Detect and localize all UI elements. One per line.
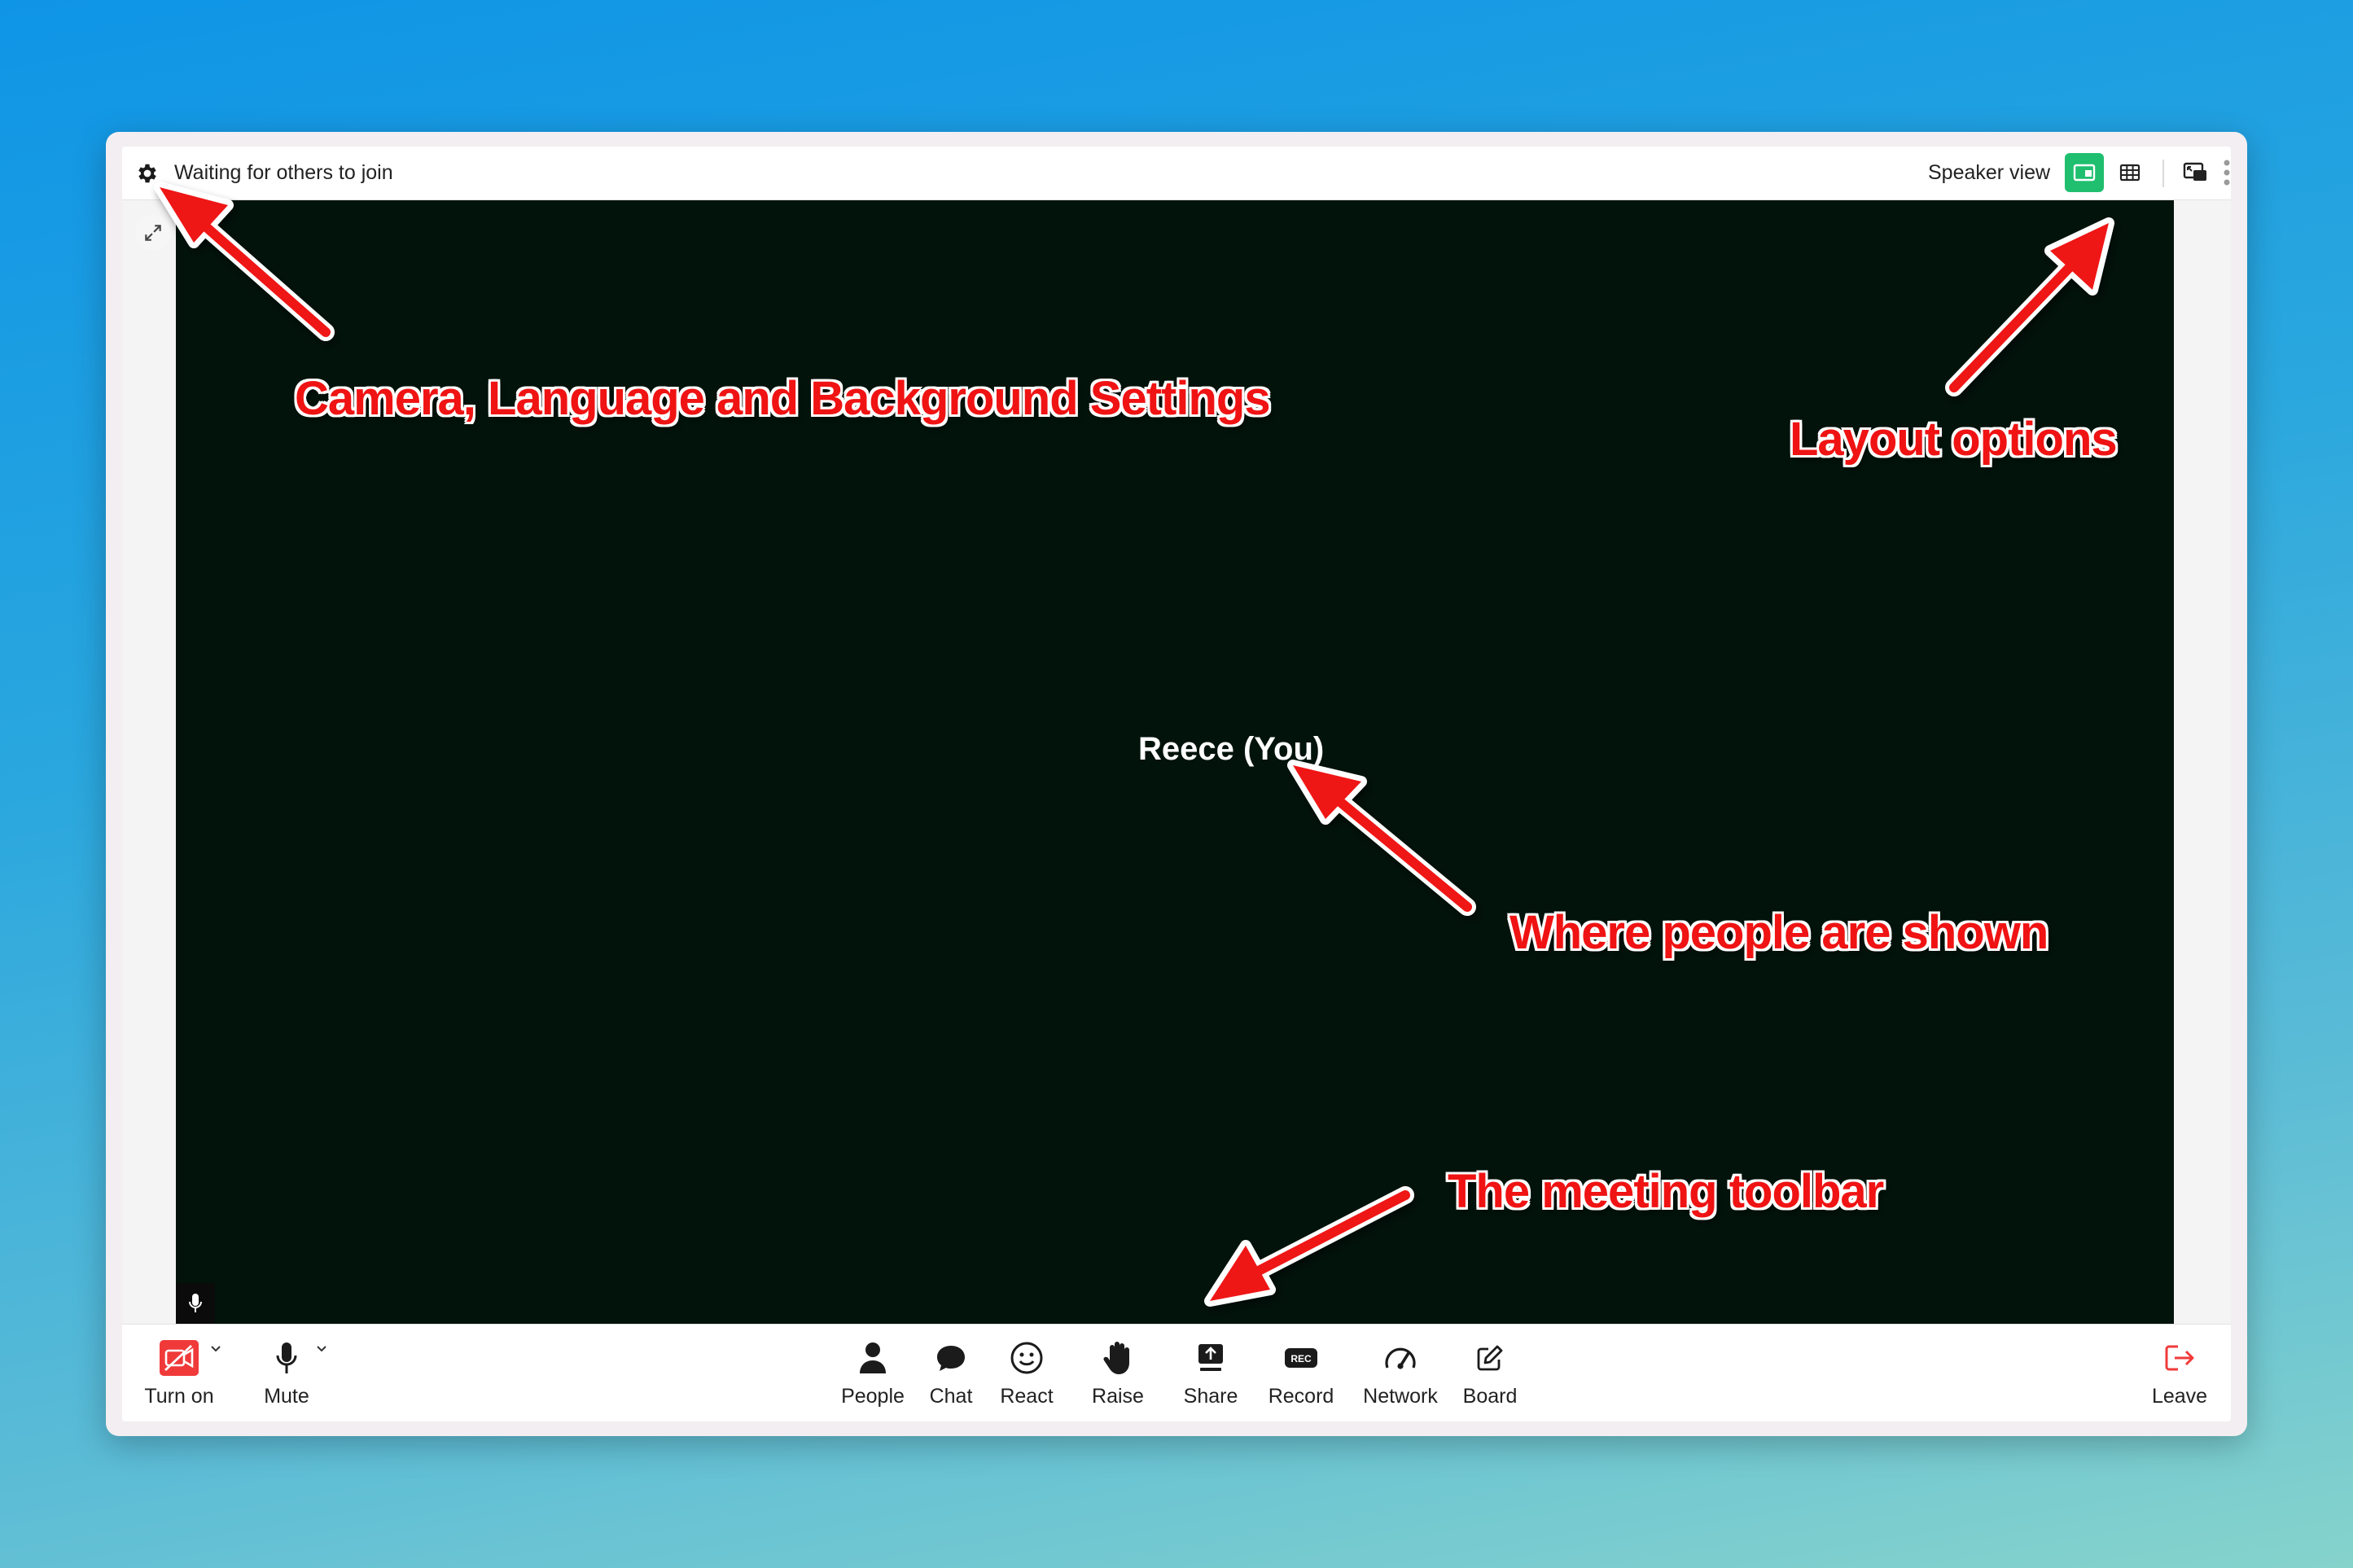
share-label: Share bbox=[1183, 1385, 1238, 1408]
hand-icon bbox=[1103, 1342, 1129, 1374]
react-button[interactable]: React bbox=[990, 1338, 1063, 1416]
settings-button[interactable] bbox=[134, 160, 161, 187]
share-button[interactable]: Share bbox=[1176, 1338, 1246, 1416]
expand-icon bbox=[145, 225, 161, 241]
leave-button[interactable]: Leave bbox=[2143, 1338, 2216, 1416]
annotation-layout-label: Layout options bbox=[1790, 413, 2118, 466]
people-label: People bbox=[841, 1385, 905, 1408]
raise-hand-button[interactable]: Raise bbox=[1083, 1338, 1153, 1416]
record-label: Record bbox=[1268, 1385, 1334, 1408]
speaker-layout-icon bbox=[2073, 164, 2096, 182]
people-button[interactable]: People bbox=[832, 1338, 914, 1416]
picture-in-picture-button[interactable] bbox=[2176, 153, 2215, 192]
layout-label: Speaker view bbox=[1928, 161, 2051, 184]
camera-button[interactable]: Turn on bbox=[140, 1338, 218, 1416]
fullscreen-button[interactable] bbox=[135, 215, 171, 251]
edit-pencil-icon bbox=[1477, 1345, 1503, 1371]
leave-label: Leave bbox=[2151, 1385, 2208, 1408]
meeting-app: Waiting for others to join Speaker view bbox=[122, 147, 2231, 1421]
microphone-icon bbox=[189, 1294, 202, 1312]
board-button[interactable]: Board bbox=[1449, 1338, 1531, 1416]
gear-icon bbox=[138, 164, 156, 183]
mic-options-chevron-icon[interactable] bbox=[314, 1341, 329, 1356]
camera-label: Turn on bbox=[144, 1385, 214, 1408]
participant-mic-indicator bbox=[176, 1283, 215, 1324]
top-bar: Waiting for others to join Speaker view bbox=[122, 147, 2231, 200]
meeting-toolbar: Turn on Mute People Chat React Raise Sha… bbox=[122, 1324, 2231, 1421]
react-label: React bbox=[1000, 1385, 1054, 1408]
screen-share-icon bbox=[1198, 1344, 1223, 1371]
more-options-icon[interactable] bbox=[2223, 156, 2231, 189]
meeting-status: Waiting for others to join bbox=[174, 161, 393, 184]
chat-label: Chat bbox=[929, 1385, 973, 1408]
picture-in-picture-icon bbox=[2183, 162, 2206, 181]
chat-button[interactable]: Chat bbox=[918, 1338, 984, 1416]
speedometer-icon bbox=[1385, 1347, 1416, 1369]
board-label: Board bbox=[1462, 1385, 1518, 1408]
record-button[interactable]: REC Record bbox=[1260, 1338, 1342, 1416]
network-button[interactable]: Network bbox=[1352, 1338, 1449, 1416]
speaker-view-button[interactable] bbox=[2065, 153, 2104, 192]
leave-door-icon bbox=[2165, 1345, 2194, 1371]
annotation-toolbar-label: The meeting toolbar bbox=[1448, 1165, 1884, 1218]
meeting-window: Waiting for others to join Speaker view bbox=[106, 132, 2247, 1436]
annotation-people-label: Where people are shown bbox=[1510, 906, 2048, 959]
camera-off-icon bbox=[160, 1340, 199, 1376]
record-icon: REC bbox=[1285, 1348, 1317, 1368]
chat-bubble-icon bbox=[937, 1346, 965, 1371]
record-icon-text: REC bbox=[1290, 1353, 1312, 1364]
network-label: Network bbox=[1363, 1385, 1438, 1408]
microphone-icon bbox=[276, 1342, 297, 1373]
raise-label: Raise bbox=[1092, 1385, 1144, 1408]
toolbar-divider bbox=[2162, 160, 2164, 187]
smiley-icon bbox=[1010, 1342, 1043, 1374]
camera-options-chevron-icon[interactable] bbox=[208, 1341, 223, 1356]
grid-view-button[interactable] bbox=[2110, 153, 2149, 192]
person-icon bbox=[860, 1342, 886, 1373]
video-stage: Reece (You) bbox=[176, 200, 2174, 1324]
grid-layout-icon bbox=[2119, 164, 2140, 182]
mute-label: Mute bbox=[264, 1385, 309, 1408]
participant-name: Reece (You) bbox=[1138, 731, 1325, 767]
annotation-settings-label: Camera, Language and Background Settings bbox=[295, 372, 1271, 425]
